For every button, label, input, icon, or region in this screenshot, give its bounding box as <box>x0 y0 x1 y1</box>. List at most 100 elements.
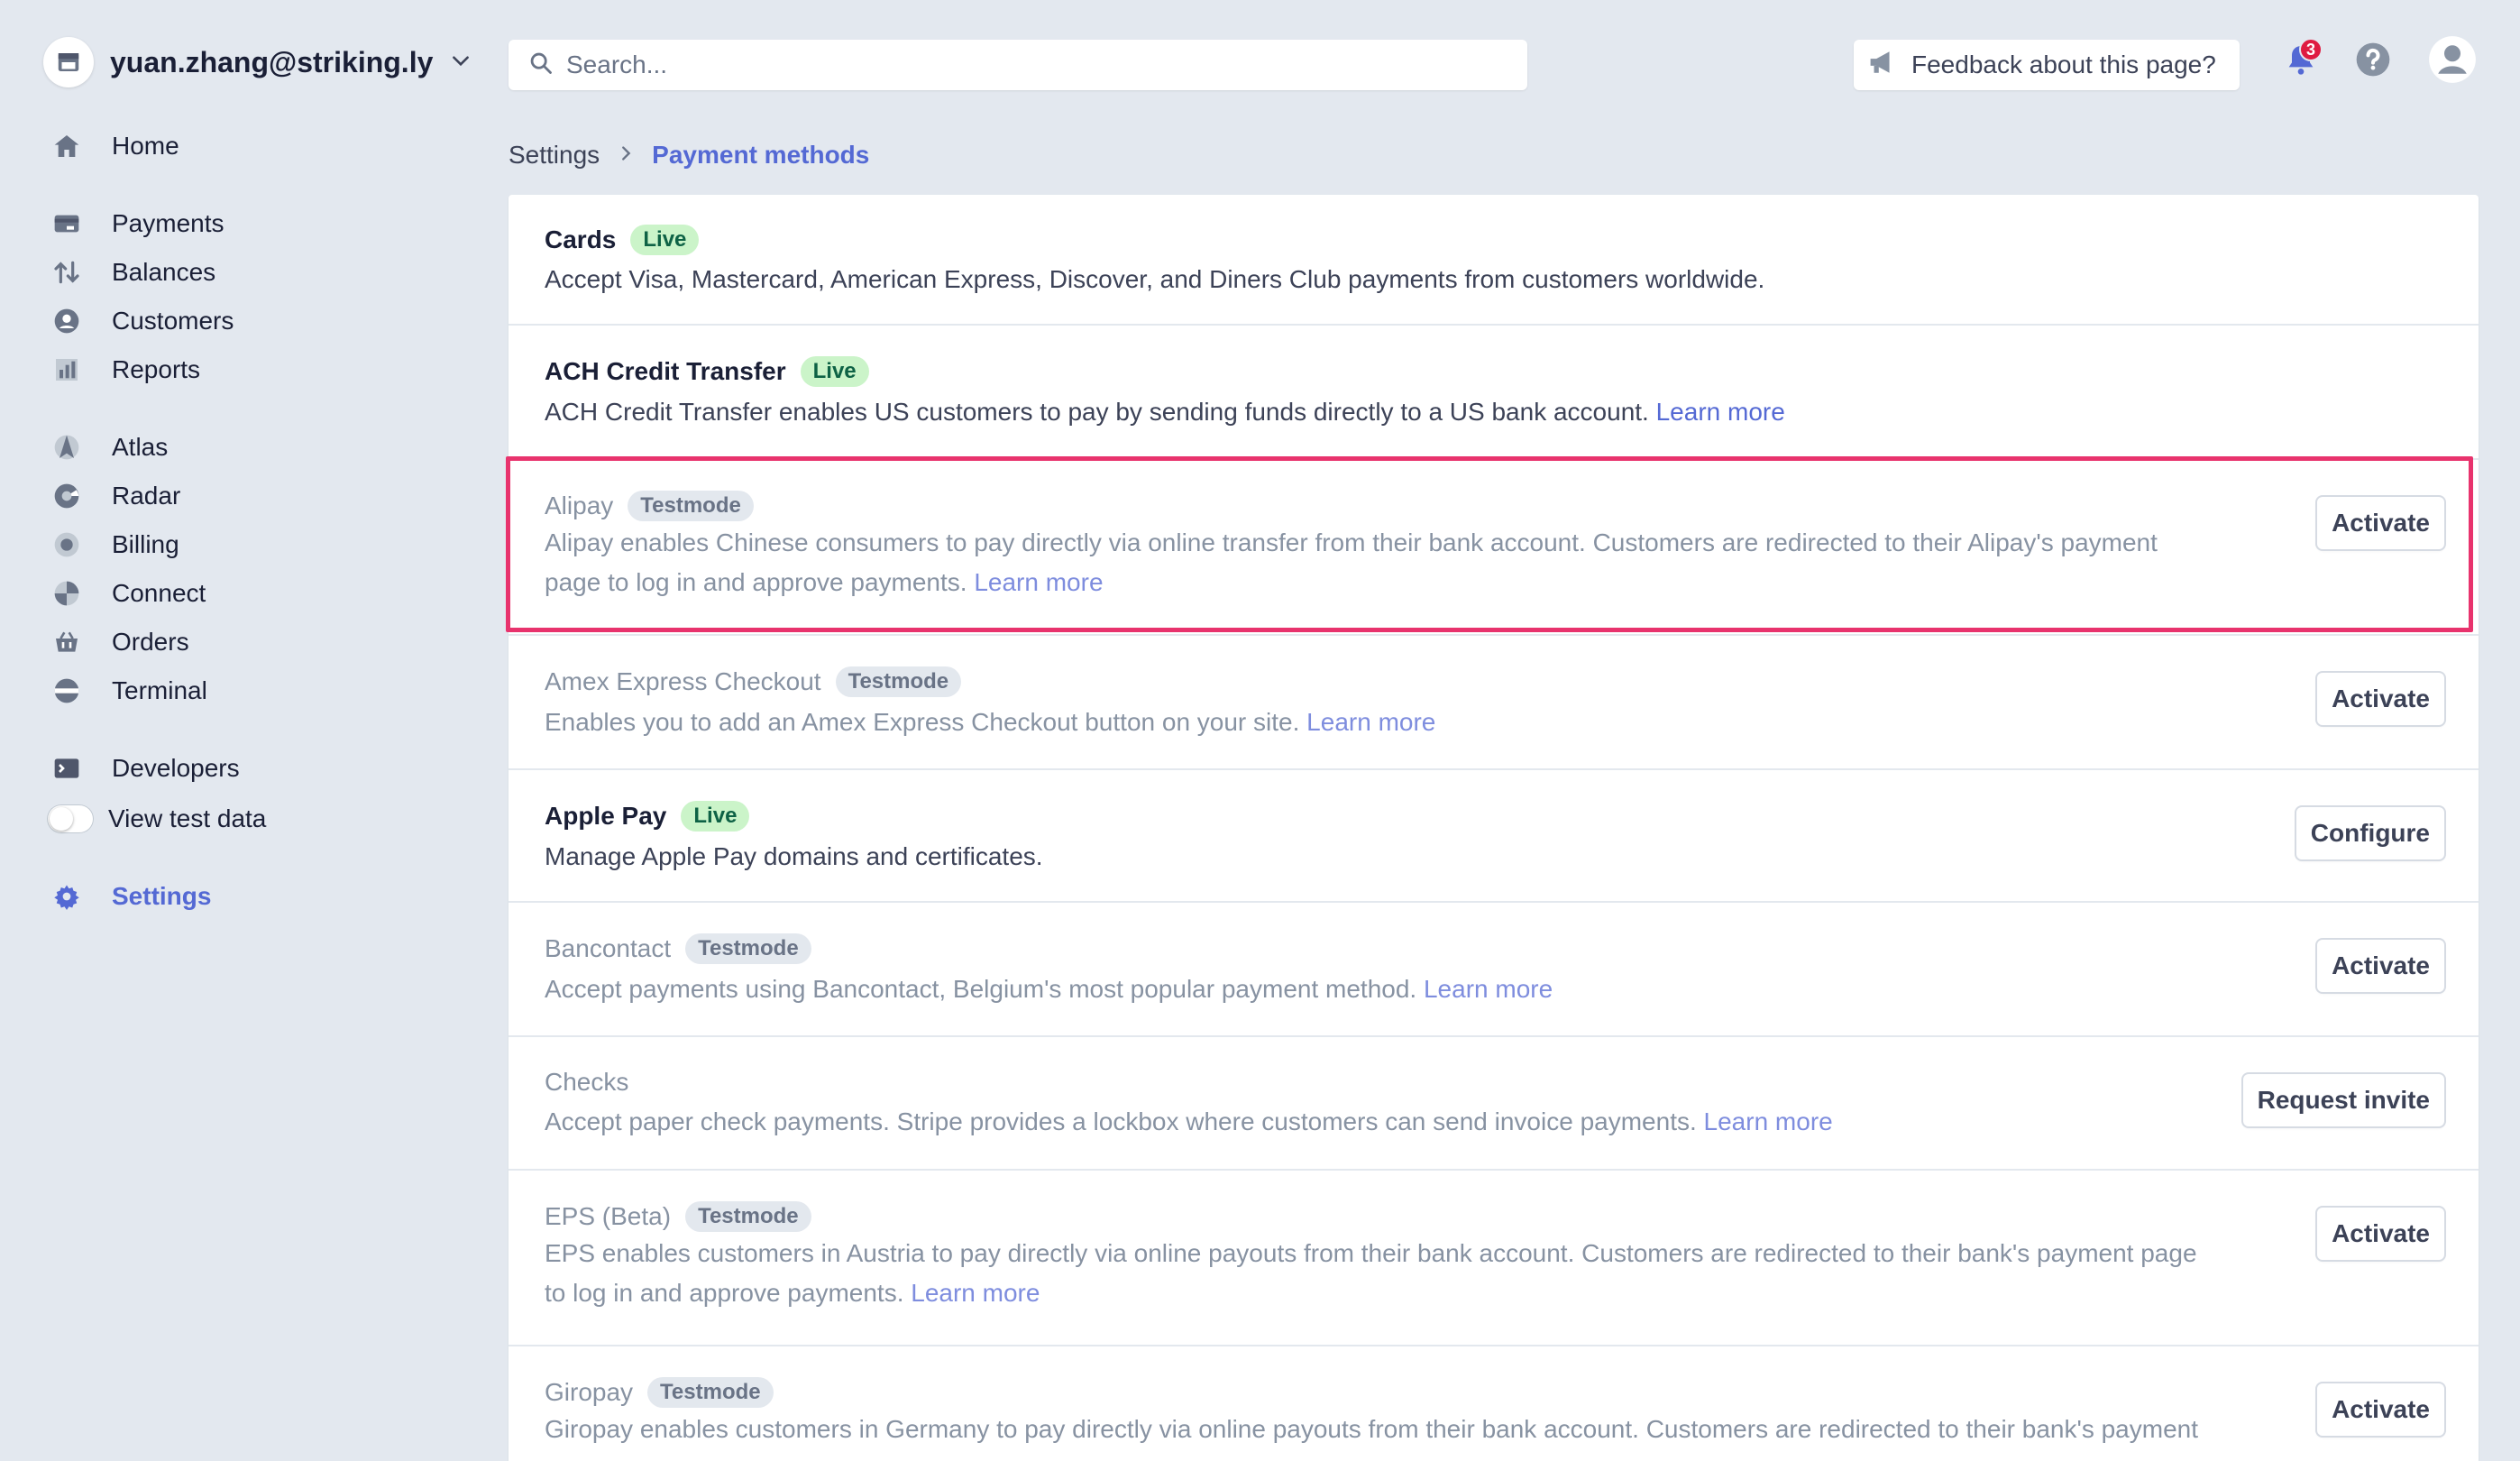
sidebar-item-home[interactable]: Home <box>49 126 179 166</box>
method-title: EPS (Beta) <box>545 1202 672 1230</box>
method-description: EPS enables customers in Austria to pay … <box>545 1234 2197 1313</box>
breadcrumb: Settings Payment methods <box>509 137 869 173</box>
learn-more-link[interactable]: Learn more <box>1656 398 1785 426</box>
chevron-right-icon <box>616 141 636 170</box>
payments-icon <box>49 206 85 242</box>
method-description-text: ACH Credit Transfer enables US customers… <box>545 398 1649 426</box>
sidebar-item-label: Atlas <box>112 433 169 461</box>
search-input[interactable] <box>566 51 1468 79</box>
help-button[interactable] <box>2348 36 2398 87</box>
activate-button[interactable]: Activate <box>2317 940 2444 992</box>
method-description-text: Alipay enables Chinese consumers to pay … <box>545 528 2158 556</box>
method-description: Giropay enables customers in Germany to … <box>545 1410 2198 1449</box>
method-description: Accept Visa, Mastercard, American Expres… <box>545 260 1764 299</box>
avatar <box>2428 35 2477 88</box>
method-title: Apple Pay <box>545 802 667 830</box>
method-description-text: Accept Visa, Mastercard, American Expres… <box>545 265 1765 293</box>
configure-button[interactable]: Configure <box>2295 807 2444 859</box>
request-invite-button[interactable]: Request invite <box>2242 1074 2444 1126</box>
toggle-switch[interactable] <box>47 804 94 833</box>
payment-method-row-checks: Checks Accept paper check payments. Stri… <box>509 1037 2479 1171</box>
method-title: ACH Credit Transfer <box>545 357 786 385</box>
search-bar[interactable] <box>509 40 1527 90</box>
sidebar-item-label: Radar <box>112 482 181 510</box>
balances-icon <box>49 254 85 290</box>
method-description-text: EPS enables customers in Austria to pay … <box>545 1239 2197 1267</box>
sidebar-item-terminal[interactable]: Terminal <box>49 671 207 711</box>
sidebar-item-balances[interactable]: Balances <box>49 253 215 292</box>
sidebar-item-reports[interactable]: Reports <box>49 350 200 390</box>
status-badge: Live <box>630 225 700 255</box>
sidebar-item-label: View test data <box>108 804 267 832</box>
search-icon <box>528 51 554 80</box>
learn-more-link[interactable]: Learn more <box>1306 708 1435 736</box>
method-title: Amex Express Checkout <box>545 667 821 695</box>
store-icon <box>43 37 94 87</box>
method-description: Enables you to add an Amex Express Check… <box>545 703 1435 742</box>
method-title: Cards <box>545 225 617 253</box>
method-description: Alipay enables Chinese consumers to pay … <box>545 523 2158 602</box>
payment-method-row-apple-pay: Apple Pay Live Manage Apple Pay domains … <box>509 770 2479 903</box>
feedback-button[interactable]: Feedback about this page? <box>1854 40 2240 90</box>
payment-methods-list: Cards Live Accept Visa, Mastercard, Amer… <box>509 195 2479 1461</box>
method-description-text: Manage Apple Pay domains and certificate… <box>545 842 1043 870</box>
sidebar-item-label: Customers <box>112 307 234 335</box>
sidebar-item-connect[interactable]: Connect <box>49 574 206 613</box>
status-badge: Testmode <box>835 666 962 697</box>
sidebar-item-atlas[interactable]: Atlas <box>49 427 168 467</box>
sidebar-item-customers[interactable]: Customers <box>49 301 234 341</box>
activate-button[interactable]: Activate <box>2317 497 2444 549</box>
account-name: yuan.zhang@striking.ly <box>110 45 434 78</box>
sidebar-item-payments[interactable]: Payments <box>49 204 225 244</box>
megaphone-icon <box>1868 49 1899 82</box>
status-badge: Testmode <box>628 491 754 521</box>
sidebar-item-orders[interactable]: Orders <box>49 622 189 662</box>
sidebar-item-radar[interactable]: Radar <box>49 476 180 516</box>
learn-more-link[interactable]: Learn more <box>1704 1107 1833 1135</box>
method-description: Accept payments using Bancontact, Belgiu… <box>545 969 1553 1009</box>
method-title: Checks <box>545 1068 629 1096</box>
home-icon <box>49 128 85 164</box>
sidebar-item-developers[interactable]: Developers <box>49 749 240 788</box>
sidebar-item-label: Settings <box>112 882 212 910</box>
method-description-text-2: to log in and approve payments. <box>545 1279 904 1307</box>
method-description: Manage Apple Pay domains and certificate… <box>545 837 1043 877</box>
method-title: Bancontact <box>545 934 672 962</box>
help-icon <box>2353 40 2393 84</box>
sidebar-item-settings[interactable]: Settings <box>49 877 211 916</box>
method-description-text: Accept paper check payments. Stripe prov… <box>545 1107 1697 1135</box>
learn-more-link[interactable]: Learn more <box>1424 975 1553 1003</box>
sidebar-item-label: Balances <box>112 258 216 286</box>
sidebar-item-label: Billing <box>112 530 179 558</box>
breadcrumb-current: Payment methods <box>652 141 870 169</box>
sidebar-item-label: Terminal <box>112 676 207 704</box>
billing-icon <box>49 527 85 563</box>
developers-icon <box>49 750 85 786</box>
payment-method-row-eps: EPS (Beta) Testmode EPS enables customer… <box>509 1171 2479 1346</box>
orders-icon <box>49 624 85 660</box>
activate-button[interactable]: Activate <box>2317 1383 2444 1436</box>
payment-method-row-alipay: Alipay Testmode Alipay enables Chinese c… <box>509 460 2479 636</box>
account-switcher[interactable]: yuan.zhang@striking.ly <box>43 36 472 88</box>
sidebar-item-label: Orders <box>112 628 189 656</box>
terminal-icon <box>49 673 85 709</box>
status-badge: Testmode <box>647 1377 774 1408</box>
payment-method-row-ach: ACH Credit Transfer Live ACH Credit Tran… <box>509 326 2479 460</box>
atlas-icon <box>49 429 85 465</box>
learn-more-link[interactable]: Learn more <box>974 568 1103 596</box>
method-title: Giropay <box>545 1378 634 1406</box>
activate-button[interactable]: Activate <box>2317 1208 2444 1260</box>
activate-button[interactable]: Activate <box>2317 673 2444 725</box>
view-test-data-toggle[interactable]: View test data <box>47 799 266 839</box>
sidebar-item-label: Home <box>112 132 179 160</box>
learn-more-link[interactable]: Learn more <box>911 1279 1040 1307</box>
payment-method-row-giropay: Giropay Testmode Giropay enables custome… <box>509 1346 2479 1461</box>
notifications-button[interactable]: 3 <box>2276 36 2326 87</box>
notification-count-badge: 3 <box>2299 38 2323 61</box>
status-badge: Live <box>681 801 750 832</box>
sidebar-item-billing[interactable]: Billing <box>49 525 179 565</box>
method-description-text: Giropay enables customers in Germany to … <box>545 1415 2198 1443</box>
customers-icon <box>49 303 85 339</box>
breadcrumb-settings[interactable]: Settings <box>509 141 600 170</box>
user-menu-button[interactable] <box>2427 35 2478 88</box>
